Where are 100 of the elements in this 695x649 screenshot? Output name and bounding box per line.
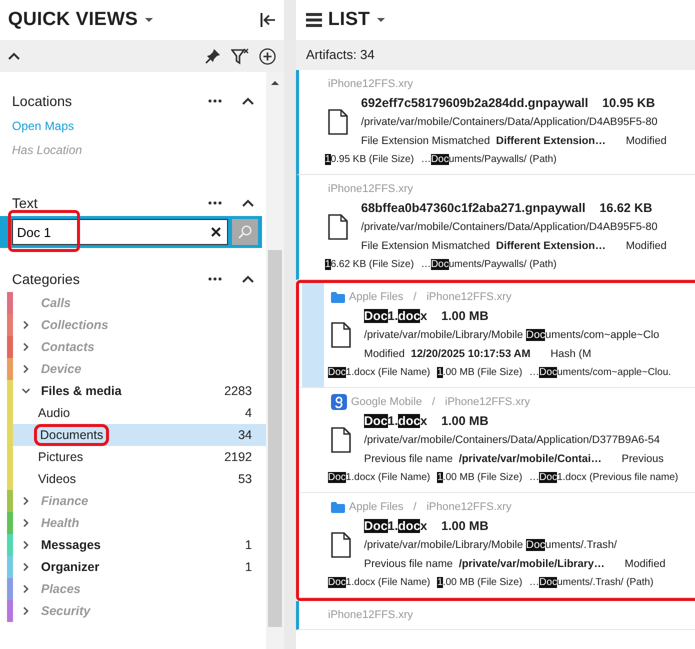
caret-icon[interactable] (376, 17, 386, 23)
panel-title: LIST (328, 8, 370, 32)
match-text: Doc1.docx (File Name) (328, 576, 430, 590)
field-label: Modified (624, 557, 666, 572)
record-row[interactable] (299, 283, 695, 388)
category-item[interactable]: Device (35, 360, 266, 378)
collapsed-icon[interactable] (22, 563, 30, 571)
pin-icon[interactable] (205, 48, 221, 64)
search-field[interactable]: Doc 1 (12, 219, 228, 245)
chevron-up-icon[interactable] (242, 198, 254, 208)
collapsed-icon[interactable] (22, 519, 30, 527)
menu-icon[interactable] (306, 13, 322, 27)
item-count: 34 (238, 426, 253, 444)
field-label: File Extension Mismatched (361, 134, 490, 149)
folder-icon (331, 502, 345, 512)
file-size: 1.00 MB (441, 519, 488, 533)
chevron-up-icon[interactable] (8, 52, 20, 60)
collapsed-icon[interactable] (22, 321, 30, 329)
chevron-up-icon[interactable] (242, 96, 254, 106)
expanded-icon[interactable] (22, 387, 30, 395)
more-icon[interactable] (208, 99, 222, 103)
document-icon (328, 109, 348, 135)
match-text: 1.00 MB (File Size) (437, 366, 522, 380)
caret-icon[interactable] (144, 17, 154, 23)
file-name: 692eff7c58179609b2a284dd.gnpaywall (361, 96, 588, 110)
match-text: …Documents/.Trash/ (Path) (529, 576, 654, 590)
close-icon (211, 227, 221, 237)
clear-button[interactable] (211, 227, 221, 237)
category-item[interactable]: Contacts (35, 338, 266, 356)
collapsed-icon[interactable] (22, 585, 30, 593)
file-name: 68bffea0b47360c1f2aba271.gnpaywall (361, 201, 586, 215)
record-row[interactable] (296, 175, 695, 280)
field-value: /private/var/mobile/Contai… (458, 452, 602, 467)
collapsed-icon[interactable] (22, 497, 30, 505)
source-file: iPhone12FFS.xry (328, 608, 413, 623)
field-label: Hash (M (550, 347, 592, 362)
breadcrumb-separator: / (413, 290, 416, 305)
file-path: /private/var/mobile/Containers/Data/Application/D377B9A6-54 (364, 434, 660, 446)
file-size: 16.62 KB (599, 201, 652, 215)
collapsed-icon[interactable] (22, 541, 30, 549)
field-label: Modified (626, 239, 667, 254)
selected-row[interactable]: Documents 34 (13, 424, 266, 446)
clear-filter-icon[interactable] (231, 48, 249, 64)
scrollbar-thumb[interactable] (268, 250, 282, 627)
field-label: Previous file name (364, 557, 453, 572)
record-row[interactable] (296, 70, 695, 175)
category-item[interactable]: Pictures (38, 450, 84, 464)
scrollbar[interactable] (266, 72, 284, 649)
category-item[interactable]: Places (35, 580, 266, 598)
category-item[interactable]: Organizer (35, 558, 246, 576)
match-text: …Documents/Paywalls/ (Path) (420, 258, 557, 272)
category-item[interactable]: Messages (35, 536, 246, 554)
add-icon[interactable] (259, 48, 276, 64)
category-item[interactable]: Finance (35, 492, 266, 510)
category-item[interactable]: Security (35, 602, 266, 620)
file-size: 10.95 KB (602, 96, 656, 110)
file-name: Doc1.docx (364, 309, 428, 323)
collapse-panel-icon[interactable] (260, 12, 276, 28)
file-size: 1.00 MB (441, 414, 488, 428)
match-text: 16.62 KB (File Size) (325, 258, 414, 272)
source-file: iPhone12FFS.xry (445, 394, 530, 410)
field-label: Modified (626, 134, 667, 149)
field-value: 12/20/2025 10:17:53 AM (410, 347, 530, 362)
field-label: File Extension Mismatched (361, 239, 490, 254)
more-icon[interactable] (208, 277, 222, 281)
category-item[interactable]: Health (35, 514, 266, 532)
source-file: iPhone12FFS.xry (328, 76, 413, 92)
field-label: Previous (622, 452, 664, 467)
more-icon[interactable] (208, 201, 222, 205)
category-item[interactable]: Videos (38, 472, 76, 486)
app-icon (331, 394, 347, 410)
file-size: 1.00 MB (441, 309, 488, 323)
match-text: 1.00 MB (File Size) (437, 471, 522, 485)
document-icon (331, 322, 351, 348)
category-item[interactable]: Calls (35, 294, 266, 312)
file-path: /private/var/mobile/Library/Mobile Documents/com~apple~Clo (364, 329, 660, 341)
scroll-up-icon[interactable] (270, 80, 280, 86)
item-count: 53 (238, 470, 253, 488)
file-path: /private/var/mobile/Library/Mobile Documents/.Trash/ (364, 539, 617, 551)
category-item[interactable]: Audio (38, 406, 70, 420)
collapsed-icon[interactable] (22, 343, 30, 351)
category-item[interactable]: Collections (35, 316, 266, 334)
folder-icon (331, 292, 345, 302)
chevron-up-icon[interactable] (242, 274, 254, 284)
source-app: Apple Files (349, 290, 404, 305)
document-icon (331, 427, 351, 453)
match-text: …Documents/Paywalls/ (Path) (420, 153, 557, 167)
field-label: Previous file name (364, 452, 453, 467)
record-row[interactable]: iPhone12FFS.xry (296, 601, 695, 630)
item-count: 2283 (224, 382, 253, 400)
match-text: Doc1.docx (File Name) (328, 471, 430, 485)
item-count: 1 (245, 536, 253, 554)
match-text: 10.95 KB (File Size) (325, 153, 414, 167)
collapsed-icon[interactable] (22, 607, 30, 615)
breadcrumb-separator: / (413, 500, 416, 515)
link[interactable]: Open Maps (0, 114, 266, 138)
category-item[interactable]: Files & media (35, 382, 224, 400)
source-file: iPhone12FFS.xry (426, 500, 512, 515)
collapsed-icon[interactable] (22, 365, 30, 373)
section-title: Locations (12, 92, 73, 110)
